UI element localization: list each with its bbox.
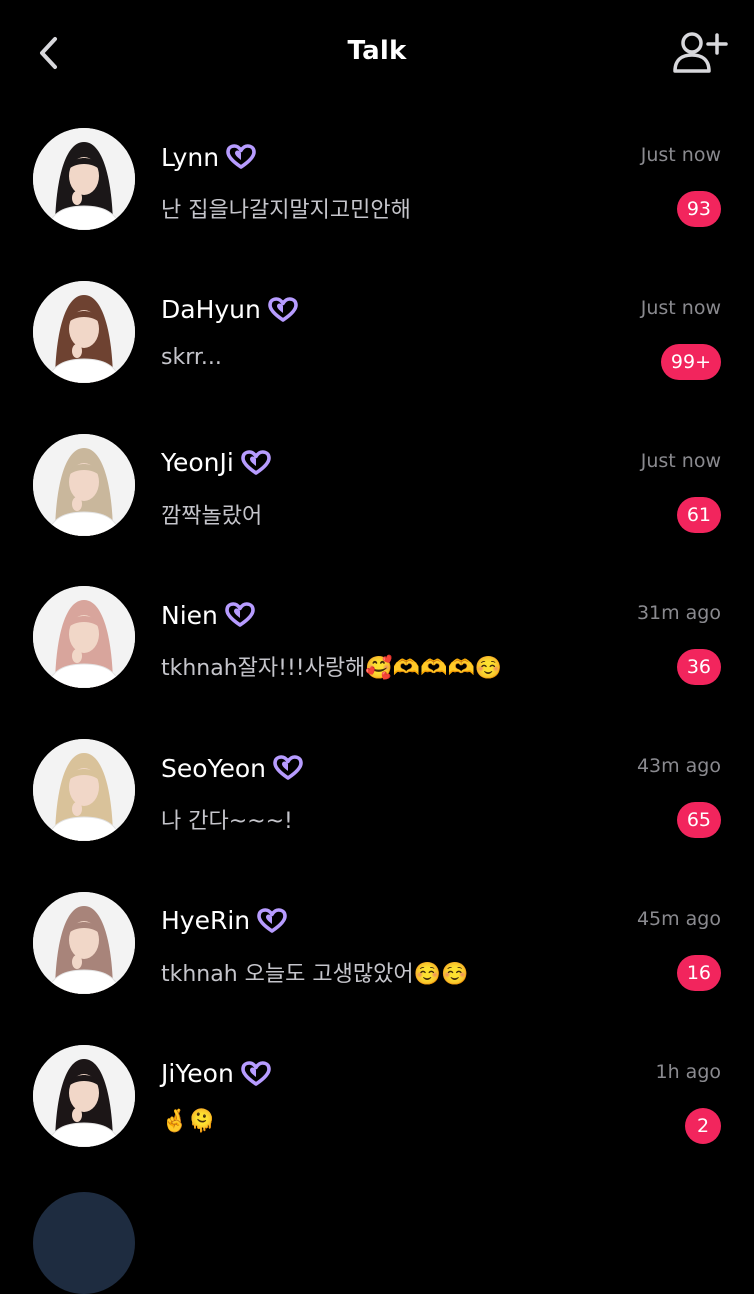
avatar	[33, 586, 135, 689]
chat-preview: 🤞🫠	[161, 1108, 216, 1134]
verified-heart-icon	[226, 144, 256, 170]
name-line: Lynn	[161, 142, 256, 172]
chat-row[interactable]: DaHyun Just now skrr... 99+	[0, 259, 754, 412]
unread-badge: 99+	[660, 343, 721, 380]
unread-badge: 65	[676, 802, 721, 839]
chat-row[interactable]: HyeRin 45m ago tkhnah 오늘도 고생많았어☺️☺️ 16	[0, 870, 754, 1023]
chat-row[interactable]: Lynn Just now 난 집을나갈지말지고민안해 93	[0, 106, 754, 259]
chat-preview: 난 집을나갈지말지고민안해	[161, 198, 411, 223]
chat-name: DaHyun	[161, 295, 261, 325]
unread-badge: 2	[685, 1107, 721, 1144]
chat-name: YeonJi	[161, 448, 234, 478]
name-line: DaHyun	[161, 295, 298, 325]
chat-time: Just now	[640, 449, 721, 472]
chat-name: Nien	[161, 600, 218, 630]
chat-time: 43m ago	[636, 755, 721, 778]
chat-name: Lynn	[161, 142, 220, 172]
name-line: JiYeon	[161, 1059, 271, 1089]
chat-row[interactable]: SeoYeon 43m ago 나 간다~~~! 65	[0, 717, 754, 870]
chat-preview: tkhnah 오늘도 고생많았어☺️☺️	[161, 961, 469, 987]
chat-preview: 나 간다~~~!	[161, 809, 293, 835]
verified-heart-icon	[268, 296, 298, 323]
chat-time: 31m ago	[636, 602, 721, 625]
add-user-icon	[673, 32, 728, 73]
chat-name: HyeRin	[161, 906, 251, 936]
chat-time: 45m ago	[636, 907, 721, 930]
name-line: Nien	[161, 600, 255, 630]
unread-badge: 93	[676, 191, 721, 227]
add-friend-button[interactable]	[670, 26, 730, 80]
verified-heart-icon	[273, 755, 303, 781]
chat-time: Just now	[640, 144, 721, 166]
unread-badge: 36	[676, 649, 721, 686]
unread-badge: 61	[676, 496, 721, 533]
chat-row[interactable]: YeonJi Just now 깜짝놀랐어 61	[0, 412, 754, 565]
header-bar: Talk	[0, 0, 754, 106]
chat-preview: skrr...	[161, 344, 222, 370]
name-line: HyeRin	[161, 906, 287, 936]
chat-time: 1h ago	[655, 1060, 722, 1083]
chat-name: JiYeon	[161, 1059, 234, 1089]
chat-list: Lynn Just now 난 집을나갈지말지고민안해 93 DaHyun Just no…	[0, 106, 754, 1176]
avatar	[33, 1192, 135, 1294]
avatar	[33, 1044, 135, 1147]
avatar	[33, 739, 135, 842]
verified-heart-icon	[240, 449, 271, 476]
chat-name: SeoYeon	[161, 753, 267, 783]
verified-heart-icon	[240, 1060, 271, 1087]
chat-preview: 깜짝놀랐어	[161, 503, 263, 529]
avatar	[33, 280, 135, 383]
verified-heart-icon	[225, 602, 255, 628]
chat-preview: tkhnah잘자!!!사랑해🥰🫶🫶🫶☺️	[161, 656, 503, 682]
chat-time: Just now	[640, 296, 721, 319]
name-line: YeonJi	[161, 448, 271, 478]
avatar	[33, 128, 135, 230]
avatar	[33, 891, 135, 994]
verified-heart-icon	[257, 908, 287, 934]
avatar	[33, 433, 135, 536]
chat-row-partial[interactable]	[0, 1192, 754, 1294]
unread-badge: 16	[676, 954, 721, 991]
page-title: Talk	[347, 36, 407, 66]
name-line: SeoYeon	[161, 753, 303, 783]
chat-row[interactable]: Nien 31m ago tkhnah잘자!!!사랑해🥰🫶🫶🫶☺️ 36	[0, 564, 754, 717]
chat-row[interactable]: JiYeon 1h ago 🤞🫠 2	[0, 1023, 754, 1176]
